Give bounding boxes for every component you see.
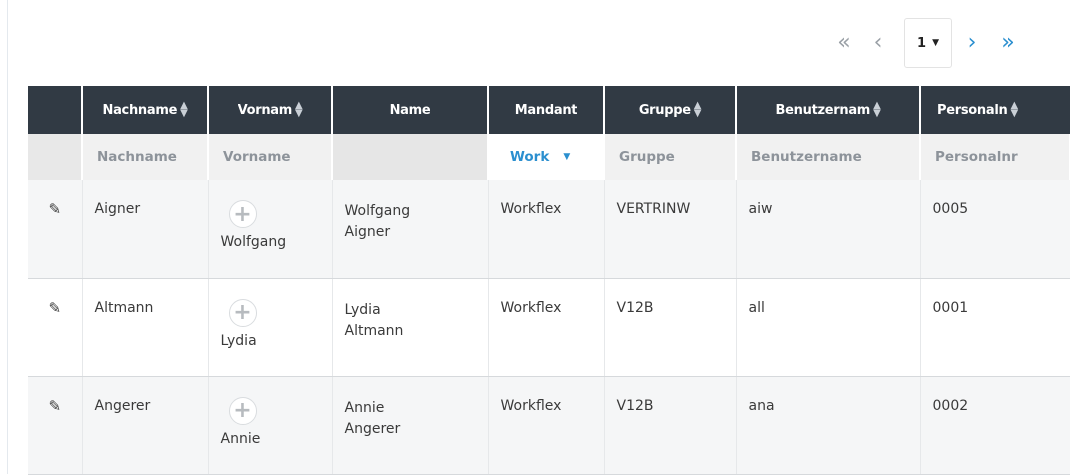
left-border	[7, 0, 8, 474]
cell-personalnr: 0005	[920, 180, 1070, 279]
header-name: Name	[332, 86, 489, 134]
table-row[interactable]: ✎ Angerer + Annie Annie Angerer Workflex …	[28, 376, 1070, 475]
cell-vorname: + Annie	[208, 376, 333, 475]
vorname-text: Wolfgang	[220, 234, 287, 250]
header-label: Mandant	[514, 102, 578, 118]
cell-gruppe: V12B	[604, 278, 737, 377]
pagination: « ‹ 1 ▼ › »	[824, 18, 1024, 68]
cell-vorname: + Wolfgang	[208, 180, 333, 279]
filter-nachname-input[interactable]: Nachname	[82, 134, 209, 180]
filter-row: Nachname Vorname Work ▼ Gruppe Benutzerna…	[28, 134, 1071, 180]
filter-benutzername-input[interactable]: Benutzername	[736, 134, 921, 180]
page-select[interactable]: 1 ▼	[904, 18, 952, 68]
cell-mandant: Workflex	[488, 376, 605, 475]
first-page-button[interactable]: «	[828, 27, 860, 59]
users-table: Nachname ▲ ▼ Vornam ▲ ▼ Name Mandant Gruppe ▲…	[28, 86, 1071, 475]
header-label: Nachname	[102, 102, 178, 118]
cell-name: Lydia Altmann	[332, 278, 489, 377]
add-avatar-icon[interactable]: +	[228, 200, 257, 228]
next-page-button[interactable]: ›	[956, 27, 988, 59]
cell-gruppe: V12B	[604, 376, 737, 475]
filter-personalnr-input[interactable]: Personalnr	[920, 134, 1071, 180]
caret-down-icon: ▼	[932, 38, 939, 48]
header-personalnr[interactable]: Personaln ▲ ▼	[920, 86, 1070, 134]
table-row[interactable]: ✎ Altmann + Lydia Lydia Altmann Workflex …	[28, 278, 1070, 377]
header-gruppe[interactable]: Gruppe ▲ ▼	[604, 86, 737, 134]
caret-down-icon: ▼	[563, 152, 571, 162]
edit-cell: ✎	[28, 180, 83, 279]
sort-icon[interactable]: ▲ ▼	[873, 101, 881, 119]
name-last: Angerer	[344, 420, 401, 437]
header-vorname[interactable]: Vornam ▲ ▼	[208, 86, 333, 134]
cell-nachname: Aigner	[82, 180, 209, 279]
filter-vorname-input[interactable]: Vorname	[208, 134, 333, 180]
page-select-value: 1	[917, 35, 927, 51]
cell-gruppe: VERTRINW	[604, 180, 737, 279]
edit-cell: ✎	[28, 278, 83, 377]
name-last: Altmann	[344, 322, 404, 339]
cell-name: Annie Angerer	[332, 376, 489, 475]
filter-mandant-select[interactable]: Work ▼	[488, 134, 605, 180]
pencil-icon[interactable]: ✎	[48, 299, 61, 317]
header-label: Benutzernam	[775, 102, 871, 118]
sort-icon[interactable]: ▲ ▼	[1010, 101, 1018, 119]
cell-mandant: Workflex	[488, 180, 605, 279]
header-label: Gruppe	[638, 102, 691, 118]
header-label: Vornam	[237, 102, 293, 118]
header-mandant: Mandant	[488, 86, 605, 134]
header-nachname[interactable]: Nachname ▲ ▼	[82, 86, 209, 134]
table-row[interactable]: ✎ Aigner + Wolfgang Wolfgang Aigner Workf…	[28, 180, 1070, 279]
cell-benutzername: aiw	[736, 180, 921, 279]
cell-vorname: + Lydia	[208, 278, 333, 377]
pencil-icon[interactable]: ✎	[48, 397, 61, 415]
name-last: Aigner	[344, 224, 391, 240]
last-page-button[interactable]: »	[992, 27, 1024, 59]
cell-nachname: Altmann	[82, 278, 209, 377]
cell-personalnr: 0002	[920, 376, 1070, 475]
filter-edit-blank	[28, 134, 83, 180]
filter-name-blank	[332, 134, 489, 180]
header-benutzername[interactable]: Benutzernam ▲ ▼	[736, 86, 921, 134]
vorname-text: Lydia	[220, 332, 257, 349]
header-label: Personaln	[937, 102, 1008, 118]
name-first: Lydia	[344, 301, 381, 318]
sort-icon[interactable]: ▲ ▼	[180, 101, 188, 119]
sort-icon[interactable]: ▲ ▼	[694, 101, 702, 119]
name-first: Annie	[344, 399, 385, 416]
cell-personalnr: 0001	[920, 278, 1070, 377]
header-label: Name	[389, 102, 431, 118]
filter-mandant-value: Work	[510, 149, 550, 165]
name-first: Wolfgang	[344, 203, 411, 219]
add-avatar-icon[interactable]: +	[228, 298, 257, 327]
vorname-text: Annie	[220, 430, 261, 447]
header-row: Nachname ▲ ▼ Vornam ▲ ▼ Name Mandant Gruppe ▲…	[28, 86, 1070, 134]
prev-page-button[interactable]: ‹	[862, 27, 894, 59]
filter-gruppe-input[interactable]: Gruppe	[604, 134, 737, 180]
edit-cell: ✎	[28, 376, 83, 475]
cell-benutzername: all	[736, 278, 921, 377]
sort-icon[interactable]: ▲ ▼	[295, 101, 303, 119]
cell-nachname: Angerer	[82, 376, 209, 475]
cell-benutzername: ana	[736, 376, 921, 475]
cell-name: Wolfgang Aigner	[332, 180, 489, 279]
header-edit	[28, 86, 83, 134]
cell-mandant: Workflex	[488, 278, 605, 377]
add-avatar-icon[interactable]: +	[228, 396, 257, 425]
pencil-icon[interactable]: ✎	[48, 200, 61, 218]
